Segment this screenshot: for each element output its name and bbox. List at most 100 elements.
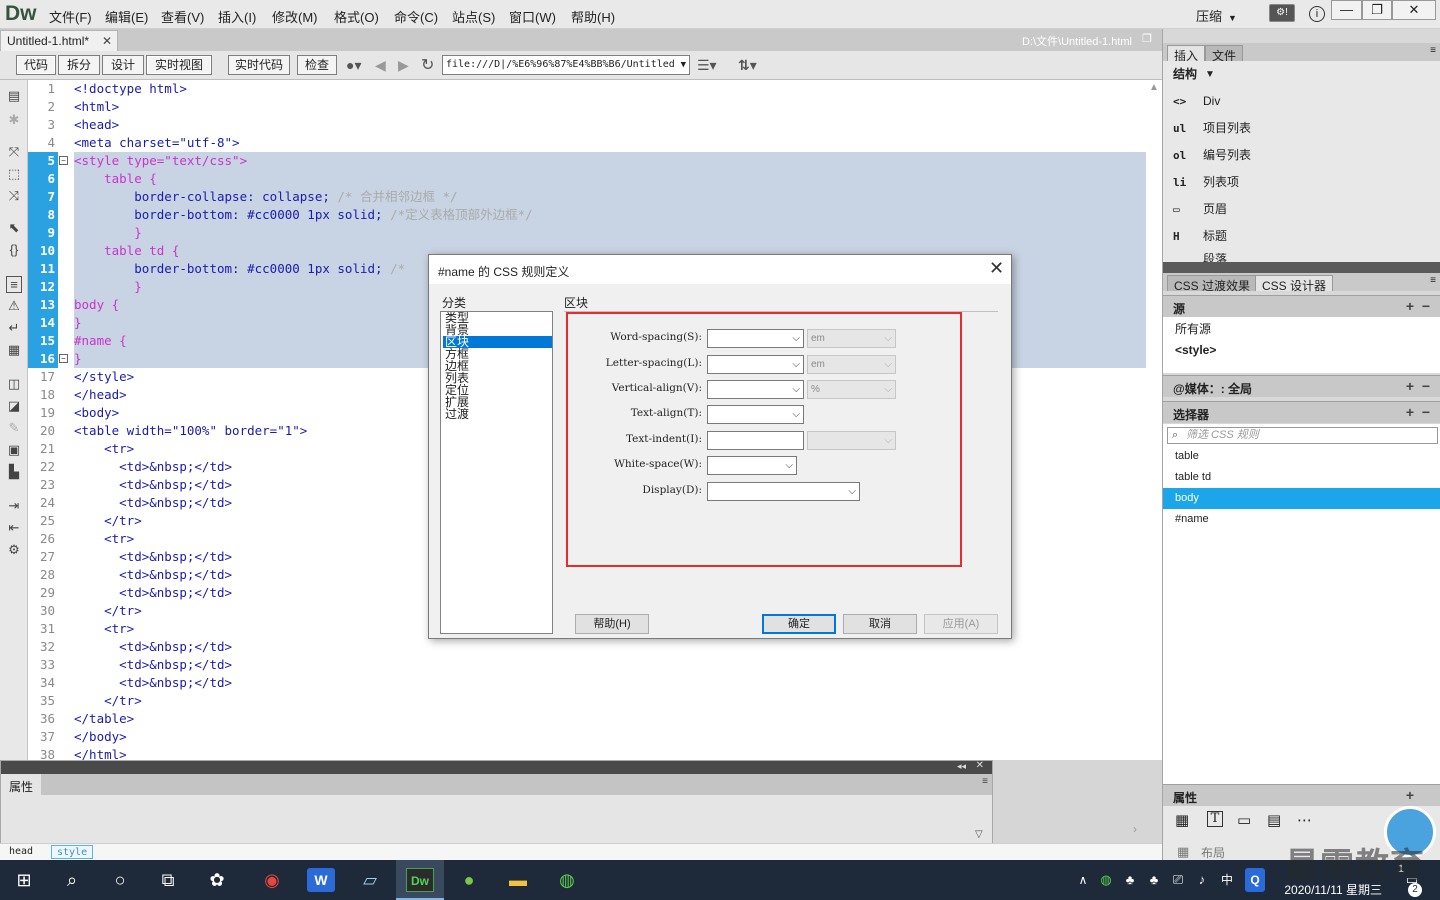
add-media-icon[interactable]: +: [1406, 378, 1414, 394]
selector-item[interactable]: table td: [1163, 467, 1440, 488]
sync-settings-icon[interactable]: ⚙!: [1269, 4, 1295, 22]
category-item-box[interactable]: 方框: [443, 348, 552, 360]
line-numbers-icon[interactable]: ≡: [6, 276, 22, 293]
highlight-invalid-code-icon[interactable]: ⚠: [6, 298, 22, 314]
forward-arrow-icon[interactable]: ▶: [398, 57, 409, 74]
word-spacing-select[interactable]: ⌵: [707, 329, 804, 348]
vertical-scrollbar[interactable]: ▲: [1146, 80, 1162, 760]
source-item[interactable]: 所有源: [1163, 319, 1440, 340]
collapse-selection-icon[interactable]: ⬚: [6, 166, 22, 182]
scroll-up-icon[interactable]: ▲: [1149, 82, 1159, 93]
input-method-icon[interactable]: 中: [1216, 868, 1238, 892]
tag-crumb-style[interactable]: style: [51, 845, 94, 859]
filter-css-rules-input[interactable]: ⌕ 筛选 CSS 规则: [1167, 427, 1438, 444]
remove-comment-icon[interactable]: ◪: [6, 398, 22, 414]
selector-item[interactable]: table: [1163, 446, 1440, 467]
network-icon[interactable]: ⎚: [1168, 868, 1188, 892]
tab-css-transitions[interactable]: CSS 过渡效果: [1167, 275, 1258, 293]
document-tab[interactable]: Untitled-1.html* ✕: [0, 30, 118, 51]
inspect-button[interactable]: 检查: [297, 55, 337, 75]
category-item-block[interactable]: 区块: [443, 336, 552, 348]
category-item-positioning[interactable]: 定位: [443, 384, 552, 396]
source-item[interactable]: <style>: [1163, 340, 1440, 361]
minimize-button[interactable]: —: [1331, 0, 1362, 20]
category-item-type[interactable]: 类型: [443, 312, 552, 324]
vertical-align-select[interactable]: ⌵: [707, 380, 804, 399]
cortana-icon[interactable]: ○: [106, 868, 134, 892]
insert-item-heading[interactable]: H 标题: [1163, 226, 1440, 247]
globe-icon[interactable]: ●▾: [346, 57, 361, 74]
outdent-code-icon[interactable]: ⇤: [6, 520, 22, 536]
panel-menu-icon[interactable]: ≡: [1430, 45, 1436, 56]
volume-icon[interactable]: ♪: [1192, 868, 1212, 892]
fold-toggle-icon[interactable]: −: [59, 156, 68, 165]
category-item-list[interactable]: 列表: [443, 372, 552, 384]
category-item-border[interactable]: 边框: [443, 360, 552, 372]
wechat-tray-icon[interactable]: ◍: [1096, 868, 1116, 892]
menu-edit[interactable]: 编辑(E): [105, 7, 148, 26]
wrap-tag-icon[interactable]: ✎: [6, 420, 22, 436]
panel-grip[interactable]: ◂◂ ✕: [1, 760, 992, 774]
file-management-icon[interactable]: ⇅▾: [738, 57, 757, 74]
expand-panel-icon[interactable]: ▽: [975, 829, 983, 840]
remove-media-icon[interactable]: −: [1422, 378, 1430, 394]
letter-spacing-select[interactable]: ⌵: [707, 355, 804, 374]
task-view-icon[interactable]: ⧉: [154, 868, 182, 892]
tab-files[interactable]: 文件: [1205, 45, 1244, 63]
wechat-icon[interactable]: ◍: [553, 868, 581, 892]
background-category-icon[interactable]: ▤: [1267, 811, 1281, 829]
add-property-icon[interactable]: +: [1406, 787, 1414, 803]
selector-item[interactable]: #name: [1163, 509, 1440, 530]
insert-item-header[interactable]: ▭ 页眉: [1163, 199, 1440, 220]
url-field[interactable]: file:///D|/%E6%96%87%E4%BB%B6/Untitled ▼: [442, 55, 690, 75]
code-view-button[interactable]: 代码: [16, 55, 56, 75]
category-item-background[interactable]: 背景: [443, 324, 552, 336]
more-category-icon[interactable]: ⋯: [1297, 811, 1312, 829]
category-item-extensions[interactable]: 扩展: [443, 396, 552, 408]
select-parent-tag-icon[interactable]: ⬉: [6, 220, 22, 236]
insert-item-ul[interactable]: ul 项目列表: [1163, 118, 1440, 139]
border-category-icon[interactable]: ▭: [1237, 811, 1251, 829]
display-select[interactable]: ⌵: [707, 482, 860, 501]
collapse-full-tag-icon[interactable]: ⤧: [6, 144, 22, 160]
tag-crumb-head[interactable]: head: [4, 845, 38, 859]
word-wrap-icon[interactable]: ↵: [6, 320, 22, 336]
menu-window[interactable]: 窗口(W): [509, 7, 556, 26]
menu-commands[interactable]: 命令(C): [394, 7, 438, 26]
close-button[interactable]: ✕: [1392, 0, 1436, 20]
file-explorer-icon[interactable]: ▬: [504, 868, 532, 892]
menu-insert[interactable]: 插入(I): [218, 7, 256, 26]
format-source-icon[interactable]: ⚙: [6, 542, 22, 558]
panel-menu-icon[interactable]: ≡: [982, 776, 988, 787]
expand-all-icon[interactable]: ⤨: [6, 188, 22, 204]
chrome-icon[interactable]: ◉: [258, 868, 286, 892]
insert-item-div[interactable]: <> Div: [1163, 91, 1440, 112]
help-button[interactable]: 帮助(H): [575, 614, 649, 634]
watermelon-app-icon[interactable]: ●: [455, 868, 483, 892]
menu-format[interactable]: 格式(O): [334, 7, 379, 26]
apply-comment-icon[interactable]: ◫: [6, 376, 22, 392]
properties-tab[interactable]: 属性: [1, 774, 41, 795]
ok-button[interactable]: 确定: [762, 614, 836, 634]
workspace-switcher[interactable]: 压缩 ▼: [1196, 6, 1237, 25]
menu-site[interactable]: 站点(S): [452, 7, 495, 26]
panel-grip[interactable]: [1163, 262, 1440, 273]
close-tab-icon[interactable]: ✕: [102, 34, 112, 48]
insert-item-paragraph[interactable]: 段落: [1163, 253, 1440, 262]
add-source-icon[interactable]: +: [1406, 298, 1414, 314]
selector-item-selected[interactable]: body: [1163, 488, 1440, 509]
split-view-button[interactable]: 拆分: [58, 55, 100, 75]
dreamweaver-taskbar-icon[interactable]: Dw: [406, 868, 434, 892]
close-panel-icon[interactable]: ✕: [976, 760, 984, 771]
syntax-error-icon[interactable]: ▦: [6, 342, 22, 358]
white-space-select[interactable]: ⌵: [707, 456, 797, 475]
collapse-icon[interactable]: ◂◂: [957, 761, 966, 772]
menu-modify[interactable]: 修改(M): [272, 7, 318, 26]
menu-file[interactable]: 文件(F): [49, 7, 92, 26]
scroll-right-icon[interactable]: ›: [1133, 822, 1137, 836]
menu-help[interactable]: 帮助(H): [571, 7, 615, 26]
restore-doc-icon[interactable]: ❐: [1142, 32, 1152, 45]
category-list[interactable]: 类型 背景 区块 方框 边框 列表 定位 扩展 过渡: [440, 311, 553, 634]
cancel-button[interactable]: 取消: [843, 614, 917, 634]
word-app-icon[interactable]: W: [307, 868, 335, 892]
